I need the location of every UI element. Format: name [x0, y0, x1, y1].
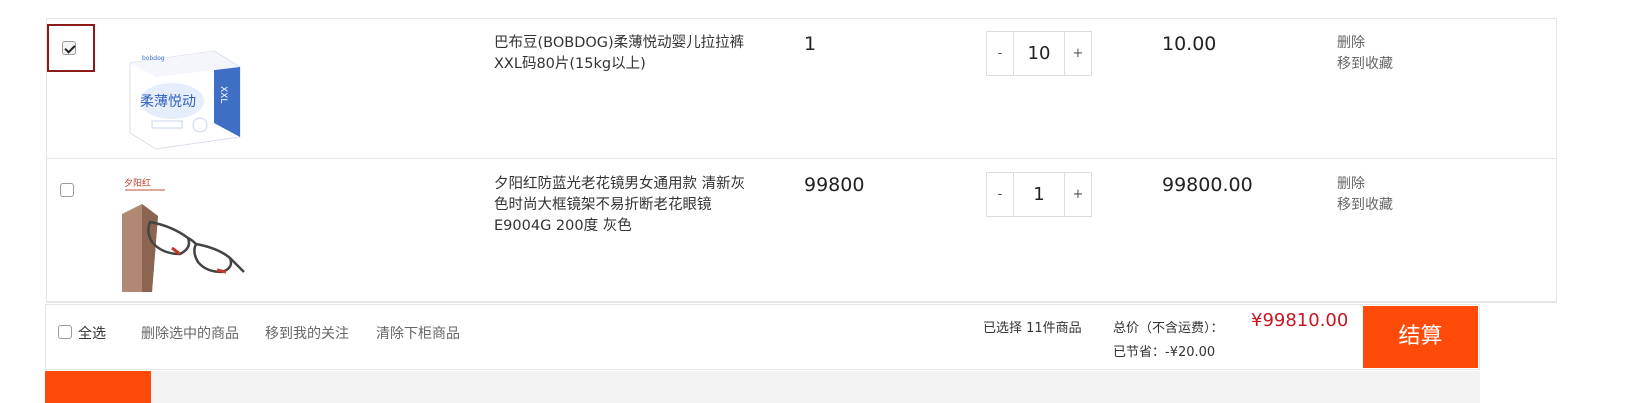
- selected-count: 已选择 11件商品: [983, 321, 1082, 336]
- move-to-favorites-link[interactable]: 移到收藏: [1337, 195, 1393, 216]
- item-subtotal: 10.00: [1162, 33, 1217, 55]
- cart-item-row: 夕阳红 夕阳红防蓝光老花镜男女通用款 清新灰色时尚大框镜架不易折断老花眼镜 E9…: [47, 160, 1556, 302]
- total-label: 总价（不含运费）：: [1113, 321, 1224, 336]
- unit-price: 99800: [804, 174, 865, 196]
- quantity-stepper: - 10 +: [986, 31, 1092, 76]
- product-title[interactable]: 巴布豆(BOBDOG)柔薄悦动婴儿拉拉裤XXL码80片(15kg以上): [494, 33, 754, 75]
- diaper-box-image: 柔薄悦动 bobdog XXL: [129, 50, 241, 150]
- quantity-input[interactable]: 10: [1014, 32, 1064, 75]
- brand-logo-text: 夕阳红: [124, 177, 151, 189]
- box-name-text: 柔薄悦动: [140, 94, 196, 110]
- increase-button[interactable]: +: [1064, 173, 1091, 216]
- decrease-button[interactable]: -: [987, 173, 1014, 216]
- product-image[interactable]: 柔薄悦动 bobdog XXL: [122, 33, 254, 151]
- delete-selected-link[interactable]: 删除选中的商品: [141, 323, 239, 343]
- cart-item-list: 柔薄悦动 bobdog XXL 巴布豆(BOBDOG)柔薄悦动婴儿拉拉裤XXL码…: [46, 18, 1557, 303]
- clear-removed-link[interactable]: 清除下柜商品: [376, 323, 460, 343]
- item-checkbox[interactable]: [62, 41, 76, 55]
- increase-button[interactable]: +: [1064, 32, 1091, 75]
- item-actions: 删除 移到收藏: [1337, 33, 1393, 75]
- box-brand-text: bobdog: [142, 55, 165, 62]
- box-size-text: XXL: [218, 86, 228, 103]
- product-image[interactable]: 夕阳红: [122, 174, 254, 292]
- unit-price: 1: [804, 33, 817, 55]
- product-title[interactable]: 夕阳红防蓝光老花镜男女通用款 清新灰色时尚大框镜架不易折断老花眼镜 E9004G…: [494, 174, 754, 237]
- item-checkbox[interactable]: [60, 183, 74, 197]
- cart-summary-bar: 全选 删除选中的商品 移到我的关注 清除下柜商品 已选择 11件商品 总价（不含…: [45, 304, 1480, 370]
- saved-amount: 已节省：-¥20.00: [1113, 345, 1216, 360]
- item-checkbox-area[interactable]: [47, 165, 95, 213]
- decrease-button[interactable]: -: [987, 32, 1014, 75]
- cart-item-row: 柔薄悦动 bobdog XXL 巴布豆(BOBDOG)柔薄悦动婴儿拉拉裤XXL码…: [47, 19, 1556, 159]
- quantity-stepper: - 1 +: [986, 172, 1092, 217]
- move-to-favorites-link[interactable]: 移到收藏: [1337, 54, 1393, 75]
- delete-link[interactable]: 删除: [1337, 33, 1393, 54]
- item-subtotal: 99800.00: [1162, 174, 1253, 196]
- bottom-tab[interactable]: [45, 371, 151, 403]
- total-price: ¥99810.00: [1251, 310, 1349, 331]
- select-all-checkbox[interactable]: [58, 325, 72, 339]
- item-checkbox-focus[interactable]: [47, 24, 95, 72]
- glasses-image: 夕阳红: [122, 177, 245, 292]
- select-all[interactable]: 全选: [58, 323, 106, 343]
- item-actions: 删除 移到收藏: [1337, 174, 1393, 216]
- checkout-button[interactable]: 结算: [1363, 306, 1478, 368]
- move-to-follow-link[interactable]: 移到我的关注: [265, 323, 349, 343]
- bottom-strip: [45, 371, 1480, 403]
- quantity-input[interactable]: 1: [1014, 173, 1064, 216]
- select-all-label: 全选: [78, 326, 106, 342]
- delete-link[interactable]: 删除: [1337, 174, 1393, 195]
